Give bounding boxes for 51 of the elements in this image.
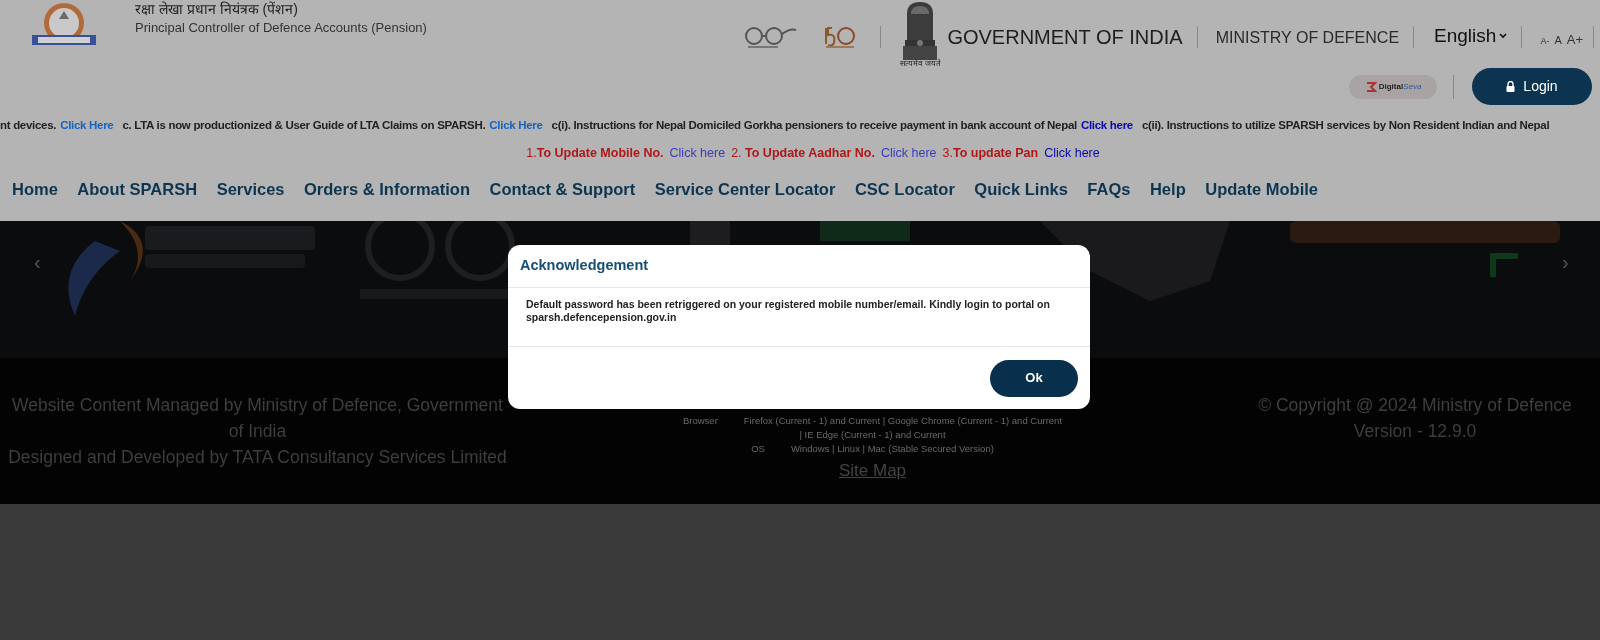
- org-name: Principal Controller of Defence Accounts (Pension): [135, 19, 427, 37]
- news-ticker-text: c(i). Instructions for Nepal Domiciled Gorkha pensioners to receive payment in bank account of Nepal: [551, 118, 1077, 134]
- nav-link[interactable]: Services: [216, 177, 285, 202]
- nav-link[interactable]: Contact & Support: [489, 177, 636, 202]
- ok-button[interactable]: Ok: [990, 359, 1078, 397]
- digital-seva-button[interactable]: DigitalSeva: [1349, 74, 1437, 99]
- support-value: | IE Edge (Current - 1) and Current: [799, 428, 946, 442]
- dialog-title: Acknowledgement: [520, 256, 649, 276]
- click-here-link[interactable]: Click here: [880, 143, 937, 163]
- update-instruction: 1.To Update Mobile No.: [526, 144, 664, 162]
- government-title: GOVERNMENT OF INDIA: [947, 25, 1183, 50]
- footer-text: Version - 12.9.0: [1353, 420, 1477, 443]
- seva-word: Seva: [1403, 80, 1422, 93]
- org-name-hindi: रक्षा लेखा प्रधान नियंत्रक (पेंशन): [135, 0, 299, 18]
- news-ticker-text: nt devices.: [0, 118, 57, 134]
- ministry-title: MINISTRY OF DEFENCE: [1215, 28, 1400, 48]
- login-button[interactable]: Login: [1472, 68, 1592, 105]
- font-size-button[interactable]: A: [1554, 32, 1562, 49]
- click-here-link[interactable]: Click here: [1080, 117, 1133, 135]
- footer-text: © Copyright @ 2024 Ministry of Defence: [1258, 394, 1572, 417]
- update-instruction: 3.To update Pan: [942, 144, 1039, 162]
- dialog-message: Default password has been retriggered on your registered mobile number/email. Kindly login to portal on sparsh.defencepension.gov.in: [526, 298, 1051, 324]
- click-here-link[interactable]: Click here: [669, 143, 726, 163]
- support-value: Windows | Linux | Mac (Stable Secured Version): [790, 442, 994, 456]
- nav-link[interactable]: Help: [1149, 177, 1186, 202]
- lock-icon: [1506, 81, 1516, 92]
- nav-link[interactable]: Quick Links: [974, 177, 1068, 202]
- nav-link[interactable]: FAQs: [1087, 177, 1131, 202]
- font-size-button[interactable]: A+: [1566, 30, 1583, 50]
- emblem-motto: सत्यमेव जयते: [900, 59, 941, 68]
- nav-link[interactable]: Update Mobile: [1205, 177, 1318, 202]
- news-ticker-text: c. LTA is now productionized & User Guide of LTA Claims on SPARSH.: [122, 118, 486, 134]
- footer-text: Designed and Developed by TATA Consultancy Services Limited: [8, 446, 507, 469]
- support-label: OS: [751, 442, 765, 456]
- seva-logo-icon: [1364, 80, 1377, 93]
- nav-link[interactable]: About SPARSH: [77, 177, 198, 202]
- nav-link[interactable]: Service Center Locator: [654, 177, 836, 202]
- news-ticker-text: c(ii). Instructions to utilize SPARSH services by Non Resident Indian and Nepal: [1141, 118, 1550, 134]
- spectacles-logo-icon: [742, 24, 799, 50]
- nav-link[interactable]: Home: [12, 177, 58, 202]
- support-label: Browser: [682, 414, 718, 428]
- nav-link[interactable]: Orders & Information: [304, 177, 470, 202]
- update-instruction: 2. To Update Aadhar No.: [731, 144, 875, 162]
- support-value: Firefox (Current - 1) and Current | Google Chrome (Current - 1) and Current: [743, 414, 1062, 428]
- nav-link[interactable]: CSC Locator: [854, 177, 955, 202]
- language-dropdown[interactable]: English: [1434, 22, 1508, 51]
- footer-text: Website Content Managed by Ministry of Defence, Government of India: [11, 394, 504, 443]
- font-size-button[interactable]: A-: [1540, 35, 1550, 49]
- caret-icon: [1499, 33, 1508, 40]
- click-here-link[interactable]: Click here: [1044, 143, 1100, 163]
- digital-seva-word: Digital: [1378, 80, 1404, 93]
